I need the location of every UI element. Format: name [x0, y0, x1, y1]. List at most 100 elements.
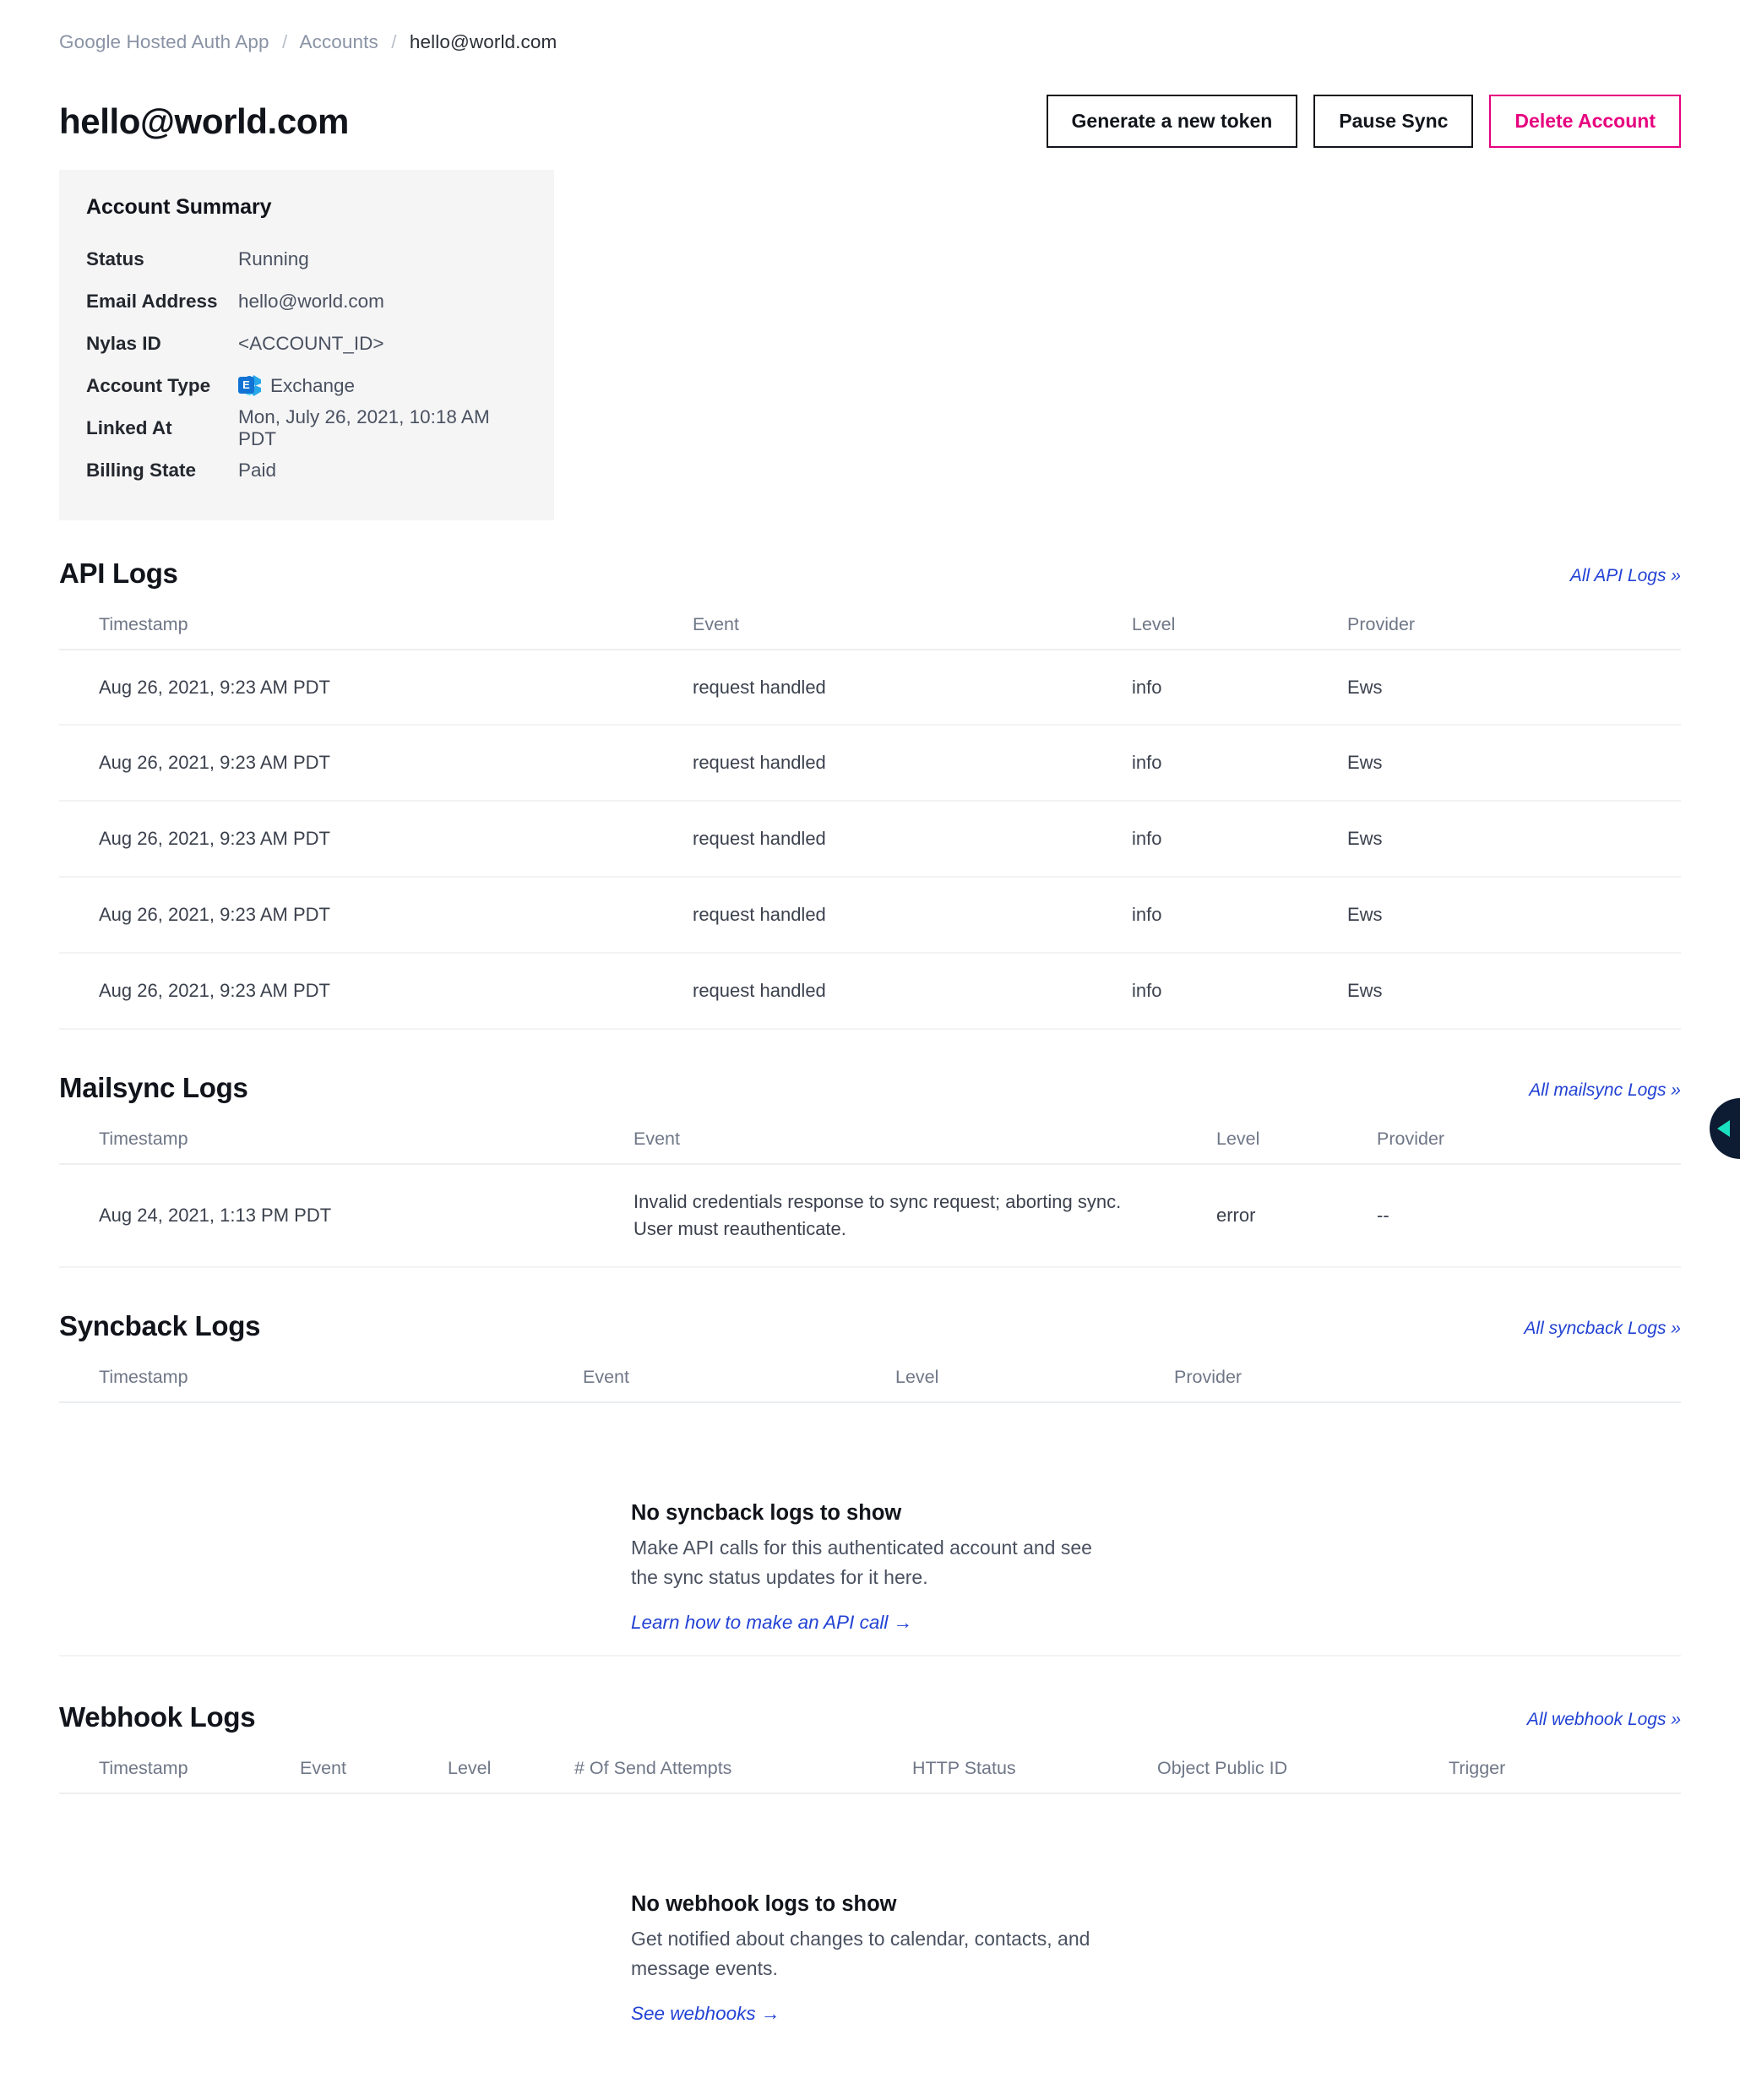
- cell-event: request handled: [693, 953, 1132, 1030]
- exchange-icon: E: [238, 374, 261, 397]
- account-type-label: Exchange: [270, 374, 356, 396]
- learn-api-call-link[interactable]: Learn how to make an API call →: [631, 1612, 912, 1634]
- column-header-event: Event: [693, 601, 1132, 650]
- cell-event: request handled: [693, 877, 1132, 955]
- api-logs-title: API Logs: [59, 557, 178, 589]
- summary-key: Linked At: [86, 416, 172, 438]
- pause-sync-button[interactable]: Pause Sync: [1313, 95, 1474, 148]
- column-header-level: Level: [1132, 601, 1347, 650]
- mailsync-logs-section: Mailsync Logs All mailsync Logs » Timest…: [59, 1074, 1681, 1268]
- summary-key: Nylas ID: [86, 332, 161, 354]
- cell-timestamp: Aug 26, 2021, 9:23 AM PDT: [59, 877, 693, 955]
- cell-event: Invalid credentials response to sync req…: [633, 1163, 1216, 1268]
- page-header: hello@world.com Generate a new token Pau…: [59, 94, 1681, 150]
- summary-row-account-type: Account Type E Exchange: [86, 365, 527, 407]
- cell-level: info: [1132, 877, 1347, 955]
- cell-provider: --: [1377, 1163, 1681, 1268]
- all-webhook-logs-link[interactable]: All webhook Logs »: [1527, 1711, 1681, 1731]
- table-row[interactable]: Aug 26, 2021, 9:23 AM PDT request handle…: [59, 725, 1681, 802]
- breadcrumb-app[interactable]: Google Hosted Auth App: [59, 31, 269, 52]
- column-header-send-attempts: # Of Send Attempts: [574, 1745, 912, 1794]
- cell-timestamp: Aug 26, 2021, 9:23 AM PDT: [59, 801, 693, 879]
- cell-timestamp: Aug 26, 2021, 9:23 AM PDT: [59, 725, 693, 802]
- webhook-empty-title: No webhook logs to show: [631, 1891, 897, 1916]
- cell-level: info: [1132, 801, 1347, 879]
- expand-side-panel-button[interactable]: [1710, 1098, 1740, 1159]
- breadcrumb-current: hello@world.com: [409, 31, 557, 52]
- summary-value-status: Running: [238, 248, 309, 269]
- table-row[interactable]: Aug 24, 2021, 1:13 PM PDT Invalid creden…: [59, 1163, 1681, 1268]
- syncback-logs-section: Syncback Logs All syncback Logs » Timest…: [59, 1312, 1681, 1657]
- cell-event: request handled: [693, 725, 1132, 802]
- page-title: hello@world.com: [59, 101, 349, 141]
- column-header-provider: Provider: [1347, 601, 1681, 650]
- table-row[interactable]: Aug 26, 2021, 9:23 AM PDT request handle…: [59, 953, 1681, 1030]
- cell-event: request handled: [693, 801, 1132, 879]
- summary-value-billing-state: Paid: [238, 459, 277, 481]
- cell-timestamp: Aug 24, 2021, 1:13 PM PDT: [59, 1163, 633, 1268]
- cell-level: info: [1132, 725, 1347, 802]
- exchange-icon-letter: E: [238, 377, 254, 394]
- api-logs-header: API Logs All API Logs »: [59, 559, 1681, 587]
- mailsync-logs-title: Mailsync Logs: [59, 1071, 248, 1103]
- cell-timestamp: Aug 26, 2021, 9:23 AM PDT: [59, 649, 693, 726]
- cell-timestamp: Aug 26, 2021, 9:23 AM PDT: [59, 953, 693, 1030]
- column-header-timestamp: Timestamp: [59, 1116, 633, 1165]
- webhook-empty-description: Get notified about changes to calendar, …: [631, 1927, 1090, 1980]
- api-logs-table: Timestamp Event Level Provider Aug 26, 2…: [59, 601, 1681, 1030]
- table-header-row: Timestamp Event Level Provider: [59, 1116, 1681, 1165]
- summary-row-status: Status Running: [86, 238, 527, 280]
- column-header-event: Event: [583, 1354, 895, 1403]
- summary-row-nylas-id: Nylas ID <ACCOUNT_ID>: [86, 323, 527, 365]
- breadcrumb-accounts[interactable]: Accounts: [299, 31, 378, 52]
- delete-account-button[interactable]: Delete Account: [1489, 95, 1681, 148]
- mailsync-logs-table: Timestamp Event Level Provider Aug 24, 2…: [59, 1116, 1681, 1268]
- all-mailsync-logs-link[interactable]: All mailsync Logs »: [1529, 1081, 1681, 1102]
- header-actions: Generate a new token Pause Sync Delete A…: [1046, 95, 1681, 148]
- table-header-row: Timestamp Event Level Provider: [59, 1354, 1681, 1403]
- column-header-level: Level: [1216, 1116, 1377, 1165]
- generate-token-button[interactable]: Generate a new token: [1046, 95, 1298, 148]
- syncback-logs-title: Syncback Logs: [59, 1309, 261, 1341]
- syncback-empty-title: No syncback logs to show: [631, 1500, 902, 1525]
- column-header-object-public-id: Object Public ID: [1157, 1745, 1449, 1794]
- column-header-timestamp: Timestamp: [59, 1745, 300, 1794]
- column-header-provider: Provider: [1377, 1116, 1681, 1165]
- summary-row-linked-at: Linked At Mon, July 26, 2021, 10:18 AM P…: [86, 406, 527, 449]
- table-row[interactable]: Aug 26, 2021, 9:23 AM PDT request handle…: [59, 649, 1681, 726]
- cell-provider: Ews: [1347, 877, 1681, 955]
- breadcrumb: Google Hosted Auth App / Accounts / hell…: [59, 0, 1681, 56]
- account-detail-page: Google Hosted Auth App / Accounts / hell…: [0, 0, 1740, 2100]
- table-header-row: Timestamp Event Level # Of Send Attempts…: [59, 1745, 1681, 1794]
- column-header-timestamp: Timestamp: [59, 601, 693, 650]
- syncback-empty-state: No syncback logs to show Make API calls …: [59, 1403, 1681, 1657]
- summary-key: Account Type: [86, 374, 211, 396]
- cell-level: info: [1132, 953, 1347, 1030]
- all-api-logs-link[interactable]: All API Logs »: [1570, 567, 1681, 587]
- webhook-logs-table: Timestamp Event Level # Of Send Attempts…: [59, 1745, 1681, 1794]
- cell-event: request handled: [693, 649, 1132, 726]
- api-logs-section: API Logs All API Logs » Timestamp Event …: [59, 559, 1681, 1030]
- summary-key: Status: [86, 248, 144, 269]
- column-header-level: Level: [895, 1354, 1174, 1403]
- cell-level: error: [1216, 1163, 1377, 1268]
- column-header-event: Event: [300, 1745, 448, 1794]
- chevron-left-icon: [1717, 1120, 1730, 1137]
- summary-row-billing-state: Billing State Paid: [86, 449, 527, 492]
- see-webhooks-link[interactable]: See webhooks →: [631, 2003, 780, 2025]
- webhook-empty-state: No webhook logs to show Get notified abo…: [59, 1794, 1681, 2048]
- table-header-row: Timestamp Event Level Provider: [59, 601, 1681, 650]
- summary-value-account-type: E Exchange: [238, 374, 355, 397]
- syncback-logs-table: Timestamp Event Level Provider: [59, 1354, 1681, 1403]
- all-syncback-logs-link[interactable]: All syncback Logs »: [1524, 1319, 1681, 1340]
- syncback-logs-header: Syncback Logs All syncback Logs »: [59, 1312, 1681, 1340]
- column-header-trigger: Trigger: [1449, 1745, 1681, 1794]
- table-row[interactable]: Aug 26, 2021, 9:23 AM PDT request handle…: [59, 877, 1681, 955]
- table-row[interactable]: Aug 26, 2021, 9:23 AM PDT request handle…: [59, 801, 1681, 879]
- summary-key: Billing State: [86, 459, 197, 481]
- column-header-level: Level: [448, 1745, 574, 1794]
- cell-provider: Ews: [1347, 725, 1681, 802]
- cell-provider: Ews: [1347, 649, 1681, 726]
- account-summary-card: Account Summary Status Running Email Add…: [59, 169, 554, 520]
- cell-provider: Ews: [1347, 953, 1681, 1030]
